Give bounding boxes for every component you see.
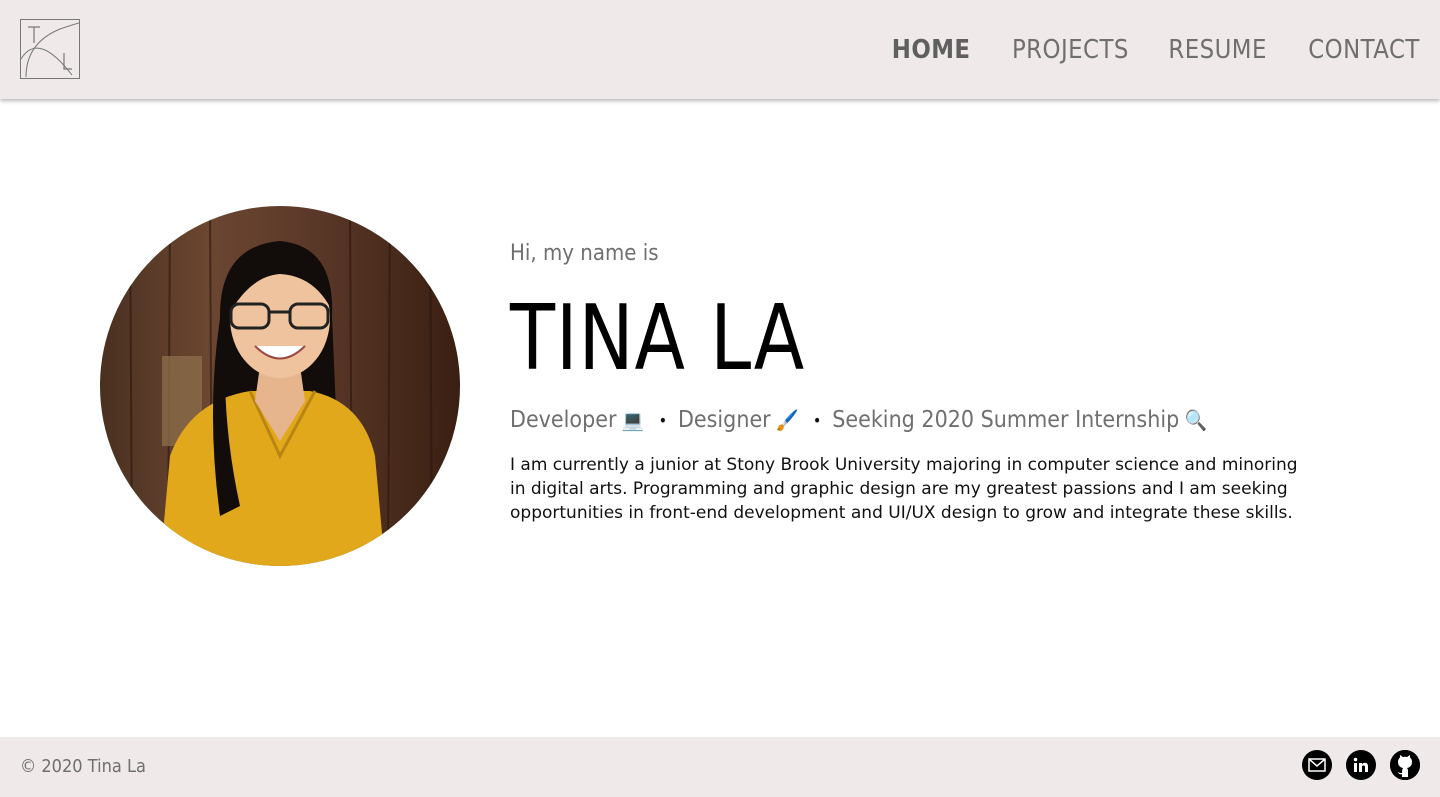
email-link[interactable]	[1302, 750, 1332, 780]
hero-section: Hi, my name is TINA LA Developer 💻 • Des…	[0, 99, 1440, 737]
nav-resume[interactable]: RESUME	[1169, 32, 1267, 68]
nav-projects[interactable]: PROJECTS	[1012, 32, 1129, 68]
hero-name: TINA LA	[510, 286, 806, 391]
role-developer: Developer	[510, 407, 617, 433]
github-icon	[1390, 750, 1420, 780]
portrait-illustration	[100, 206, 460, 566]
mail-icon	[1308, 758, 1326, 772]
logo-link[interactable]	[20, 19, 80, 79]
paintbrush-icon: 🖌️	[776, 408, 799, 432]
linkedin-link[interactable]	[1346, 750, 1376, 780]
role-internship: Seeking 2020 Summer Internship	[832, 407, 1180, 433]
linkedin-icon	[1353, 757, 1368, 772]
profile-photo	[100, 206, 460, 566]
roles-line: Developer 💻 • Designer 🖌️ • Seeking 2020…	[510, 407, 1248, 433]
site-footer: © 2020 Tina La	[0, 737, 1440, 797]
tl-logo-icon	[20, 19, 80, 79]
greeting-text: Hi, my name is	[510, 241, 659, 266]
role-separator: •	[812, 410, 822, 430]
bio-paragraph: I am currently a junior at Stony Brook U…	[510, 455, 1298, 523]
intro-block: Hi, my name is TINA LA Developer 💻 • Des…	[510, 239, 1330, 525]
laptop-icon: 💻	[621, 408, 645, 432]
nav-home[interactable]: HOME	[892, 32, 971, 68]
site-header: HOME PROJECTS RESUME CONTACT	[0, 0, 1440, 99]
role-designer: Designer	[677, 407, 771, 433]
copyright-text: © 2020 Tina La	[20, 756, 146, 777]
main-nav: HOME PROJECTS RESUME CONTACT	[881, 32, 1420, 68]
magnifier-icon: 🔍	[1184, 408, 1208, 432]
social-links	[1302, 750, 1420, 780]
nav-contact[interactable]: CONTACT	[1308, 32, 1420, 68]
role-separator: •	[658, 410, 668, 430]
github-link[interactable]	[1390, 750, 1420, 780]
